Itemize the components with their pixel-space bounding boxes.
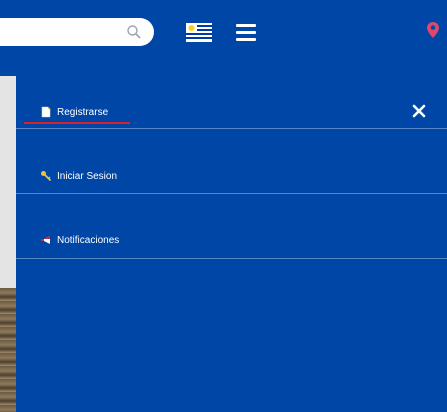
top-bar <box>0 0 447 76</box>
key-icon <box>41 171 52 182</box>
hamburger-menu-icon[interactable] <box>236 24 256 42</box>
search-icon[interactable] <box>126 24 142 40</box>
search-input[interactable] <box>0 18 154 46</box>
drawer-item-register[interactable]: Registrarse <box>16 76 447 129</box>
active-underline <box>24 122 130 124</box>
drawer-item-label: Iniciar Sesion <box>57 170 118 182</box>
background-image <box>0 288 16 412</box>
location-pin-icon[interactable] <box>427 22 439 38</box>
drawer-item-label: Registrarse <box>57 106 109 118</box>
megaphone-icon <box>41 236 50 244</box>
drawer-item-label: Notificaciones <box>57 234 120 246</box>
document-icon <box>41 106 51 118</box>
uruguay-flag-icon[interactable] <box>186 23 212 42</box>
side-drawer: Registrarse Iniciar Sesion Notificacione… <box>16 76 447 412</box>
drawer-item-notifications[interactable]: Notificaciones <box>16 194 447 259</box>
drawer-item-login[interactable]: Iniciar Sesion <box>16 129 447 194</box>
